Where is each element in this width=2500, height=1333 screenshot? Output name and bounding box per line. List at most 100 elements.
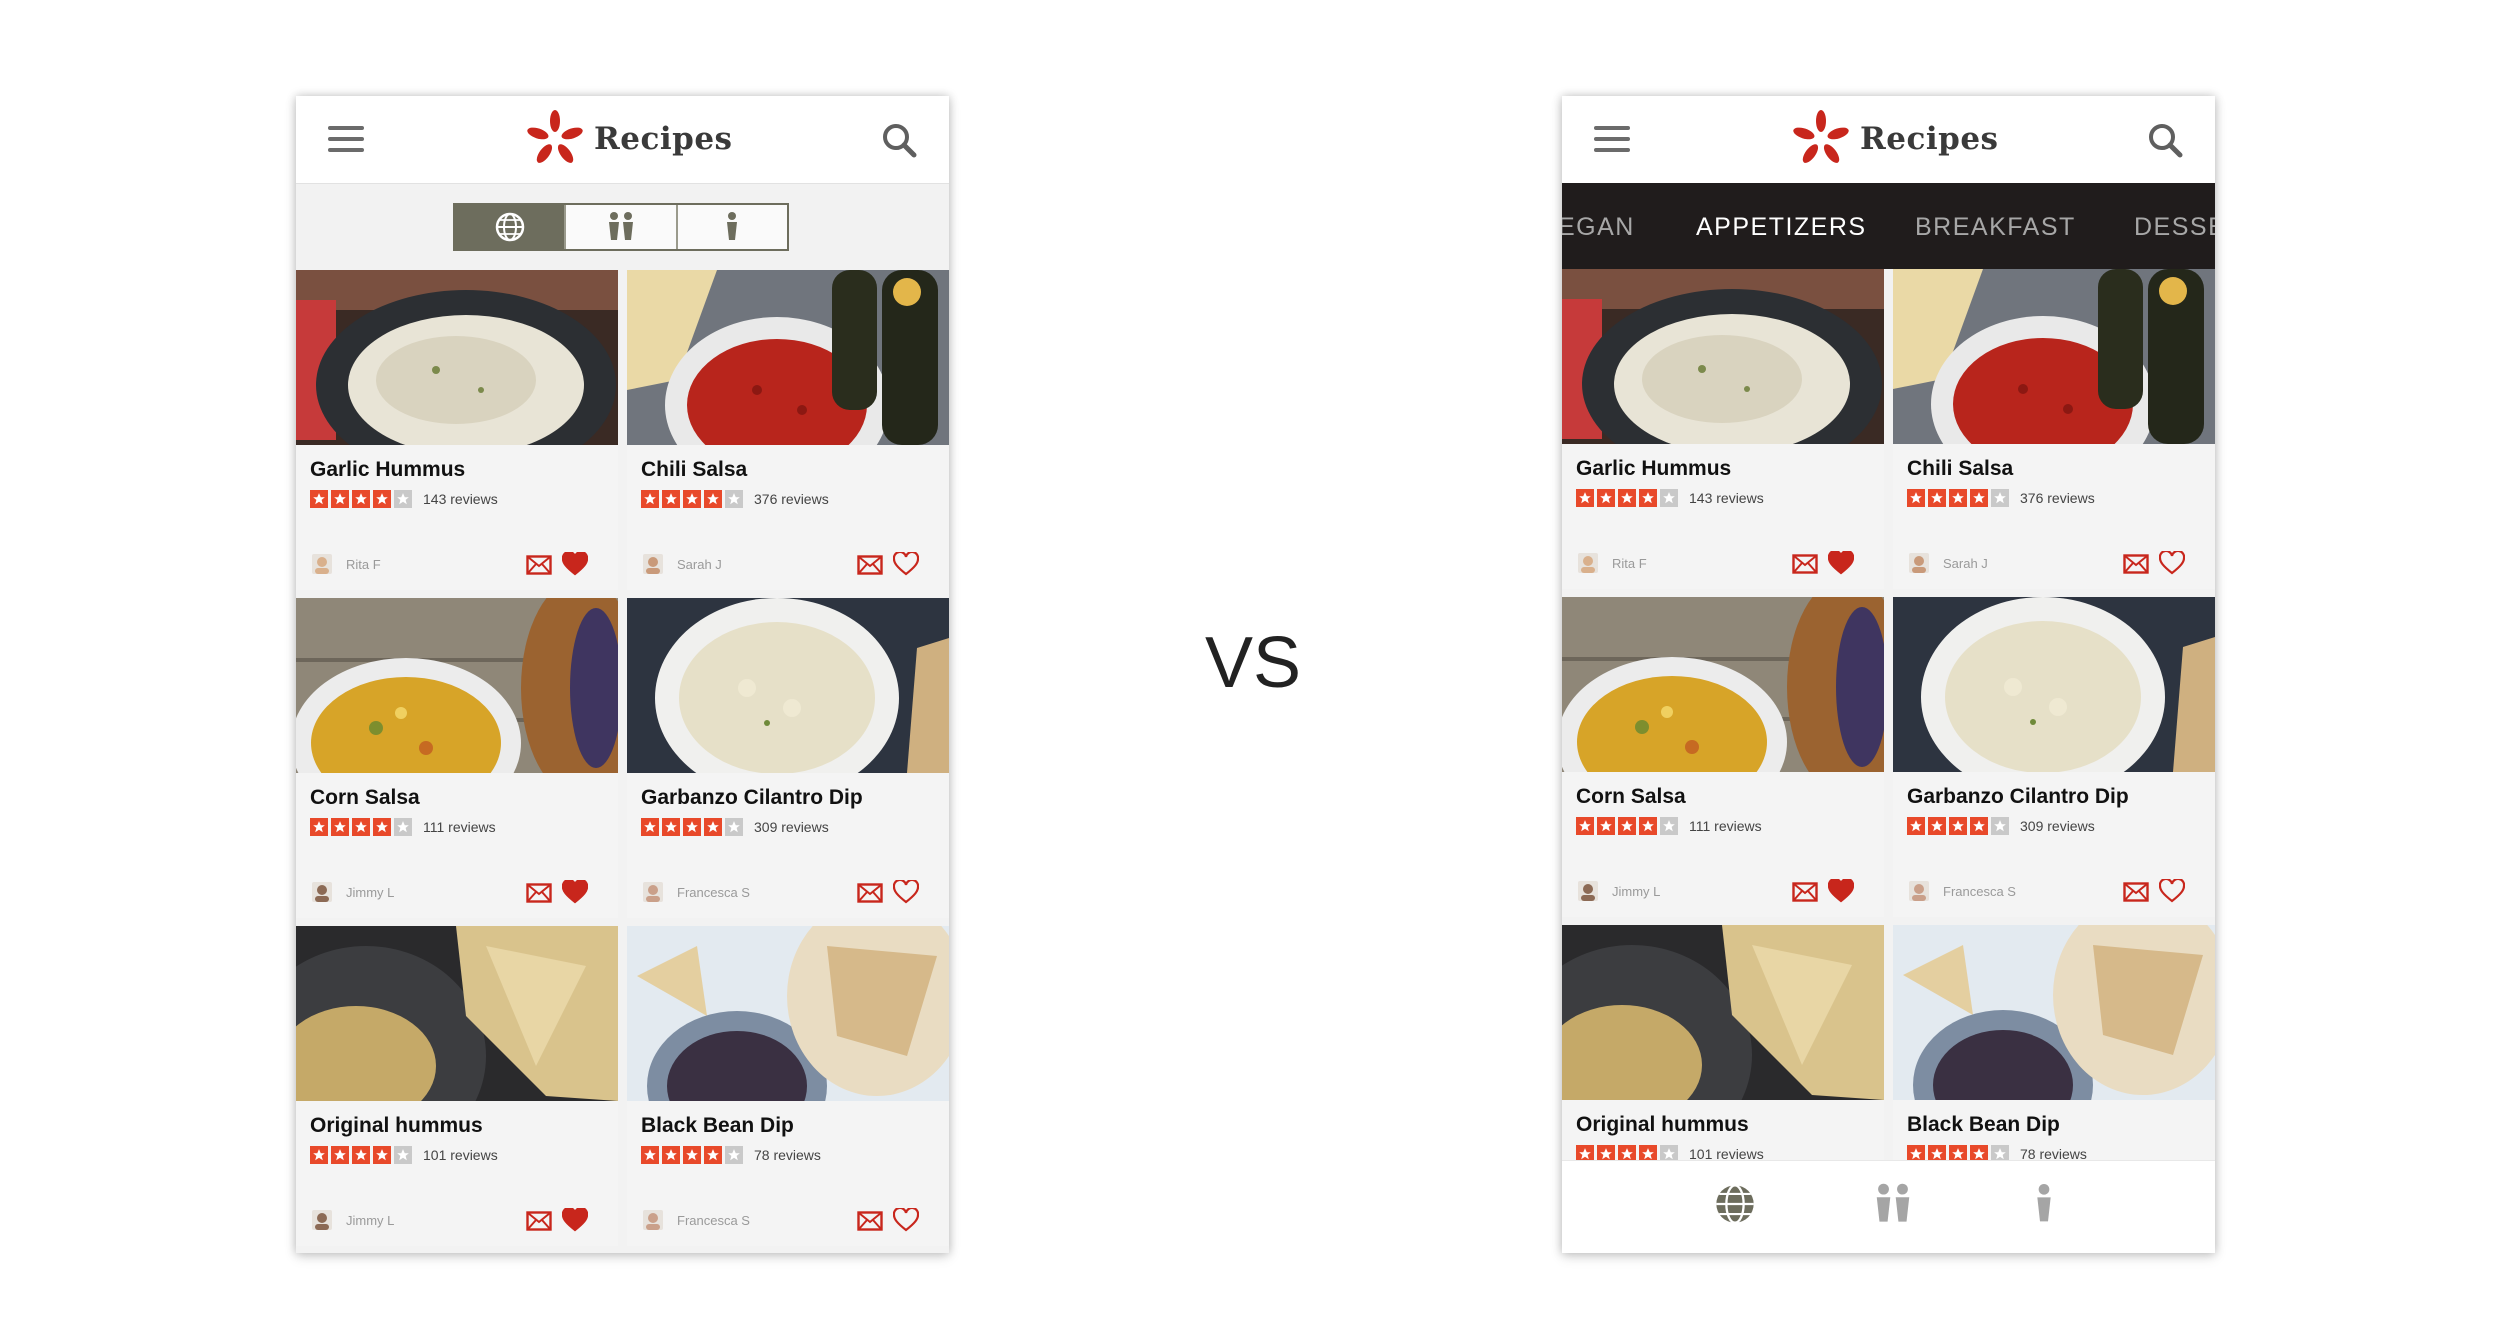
recipe-card[interactable]: Garlic Hummus 143 reviews Rita F xyxy=(1562,269,1884,589)
recipe-info: Garlic Hummus 143 reviews Rita F xyxy=(1562,444,1884,589)
star-icon xyxy=(641,818,659,836)
star-icon xyxy=(1949,489,1967,507)
mail-icon[interactable] xyxy=(526,883,552,903)
recipe-title: Original hummus xyxy=(1576,1113,1749,1136)
star-icon xyxy=(1907,489,1925,507)
recipe-info: Garlic Hummus 143 reviews Rita F xyxy=(296,445,618,590)
mail-icon[interactable] xyxy=(1792,882,1818,902)
recipe-title: Corn Salsa xyxy=(1576,785,1686,808)
author-name: Sarah J xyxy=(677,557,722,572)
review-count: 143 reviews xyxy=(423,491,498,507)
mail-icon[interactable] xyxy=(857,1211,883,1231)
mail-icon[interactable] xyxy=(2123,554,2149,574)
recipe-info: Original hummus 101 reviews Jimmy L xyxy=(296,1101,618,1246)
heart-filled-icon[interactable] xyxy=(1827,877,1855,903)
recipe-card[interactable]: Chili Salsa 376 reviews Sarah J xyxy=(627,270,949,590)
recipe-card[interactable]: Garbanzo Cilantro Dip 309 reviews Francesc… xyxy=(627,598,949,918)
author-name: Rita F xyxy=(346,557,381,572)
recipe-card[interactable]: Black Bean Dip 78 reviews Francesca S xyxy=(627,926,949,1246)
recipe-photo xyxy=(1562,925,1884,1100)
author-name: Jimmy L xyxy=(1612,884,1661,899)
tab-desserts[interactable]: DESSER xyxy=(2134,213,2215,242)
heart-filled-icon[interactable] xyxy=(1827,549,1855,575)
recipe-info: Corn Salsa 111 reviews Jimmy L xyxy=(296,773,618,918)
star-icon xyxy=(1928,489,1946,507)
tab-breakfast[interactable]: BREAKFAST xyxy=(1915,213,2076,242)
star-icon xyxy=(1991,489,2009,507)
star-icon xyxy=(394,818,412,836)
mail-icon[interactable] xyxy=(857,883,883,903)
recipe-photo xyxy=(1893,269,2215,444)
star-icon xyxy=(704,1146,722,1164)
app-bar: Recipes xyxy=(1562,96,2215,184)
recipe-card[interactable]: Corn Salsa 111 reviews Jimmy L xyxy=(1562,597,1884,917)
author-avatar xyxy=(643,1210,663,1230)
rating-stars xyxy=(1907,817,2012,835)
star-icon xyxy=(352,490,370,508)
heart-outline-icon[interactable] xyxy=(892,878,920,904)
tab-vegan[interactable]: EGAN xyxy=(1562,213,1635,242)
star-icon xyxy=(310,490,328,508)
brand-logo: Recipes xyxy=(524,108,764,170)
nav-friends[interactable] xyxy=(1870,1181,1916,1232)
star-icon xyxy=(641,1146,659,1164)
author-name: Jimmy L xyxy=(346,885,395,900)
star-icon xyxy=(394,1146,412,1164)
tab-appetizers[interactable]: APPETIZERS xyxy=(1696,213,1867,242)
review-count: 143 reviews xyxy=(1689,490,1764,506)
recipe-card[interactable]: Garbanzo Cilantro Dip 309 reviews Francesc… xyxy=(1893,597,2215,917)
mail-icon[interactable] xyxy=(526,555,552,575)
author-avatar xyxy=(643,882,663,902)
star-icon xyxy=(662,490,680,508)
search-icon[interactable] xyxy=(879,120,919,160)
segment-everyone[interactable] xyxy=(455,205,565,249)
star-icon xyxy=(1639,489,1657,507)
star-icon xyxy=(1949,817,1967,835)
heart-filled-icon[interactable] xyxy=(561,550,589,576)
mail-icon[interactable] xyxy=(857,555,883,575)
heart-outline-icon[interactable] xyxy=(892,1206,920,1232)
mail-icon[interactable] xyxy=(526,1211,552,1231)
star-icon xyxy=(1576,489,1594,507)
nav-me[interactable] xyxy=(2032,1181,2056,1232)
heart-filled-icon[interactable] xyxy=(561,1206,589,1232)
heart-outline-icon[interactable] xyxy=(2158,549,2186,575)
recipe-card[interactable]: Garlic Hummus 143 reviews Rita F xyxy=(296,270,618,590)
star-icon xyxy=(662,1146,680,1164)
recipe-photo xyxy=(296,270,618,445)
heart-outline-icon[interactable] xyxy=(892,550,920,576)
star-icon xyxy=(725,1146,743,1164)
menu-icon[interactable] xyxy=(1594,126,1630,152)
segment-me[interactable] xyxy=(675,205,787,249)
search-icon[interactable] xyxy=(2145,120,2185,160)
heart-filled-icon[interactable] xyxy=(561,878,589,904)
recipe-title: Chili Salsa xyxy=(641,458,748,481)
recipe-card[interactable]: Corn Salsa 111 reviews Jimmy L xyxy=(296,598,618,918)
author-name: Francesca S xyxy=(1943,884,2016,899)
review-count: 78 reviews xyxy=(754,1147,821,1163)
review-count: 376 reviews xyxy=(2020,490,2095,506)
star-icon xyxy=(1639,817,1657,835)
recipe-title: Chili Salsa xyxy=(1907,457,2014,480)
recipe-card[interactable]: Original hummus 101 reviews Jimmy L xyxy=(296,926,618,1246)
recipe-card[interactable]: Chili Salsa 376 reviews Sarah J xyxy=(1893,269,2215,589)
person-icon xyxy=(727,212,738,240)
rating-stars xyxy=(310,490,415,508)
heart-outline-icon[interactable] xyxy=(2158,877,2186,903)
app-bar: Recipes xyxy=(296,96,949,184)
segment-friends[interactable] xyxy=(564,205,675,249)
mail-icon[interactable] xyxy=(1792,554,1818,574)
recipe-title: Original hummus xyxy=(310,1114,483,1137)
nav-everyone[interactable] xyxy=(1712,1181,1758,1232)
review-count: 111 reviews xyxy=(423,819,496,835)
author-name: Sarah J xyxy=(1943,556,1988,571)
menu-icon[interactable] xyxy=(328,126,364,152)
recipe-info: Garbanzo Cilantro Dip 309 reviews Francesc… xyxy=(1893,772,2215,917)
star-icon xyxy=(1660,817,1678,835)
author-name: Jimmy L xyxy=(346,1213,395,1228)
star-icon xyxy=(1991,817,2009,835)
star-icon xyxy=(1970,489,1988,507)
view-toggle xyxy=(453,203,789,251)
review-count: 111 reviews xyxy=(1689,818,1762,834)
mail-icon[interactable] xyxy=(2123,882,2149,902)
